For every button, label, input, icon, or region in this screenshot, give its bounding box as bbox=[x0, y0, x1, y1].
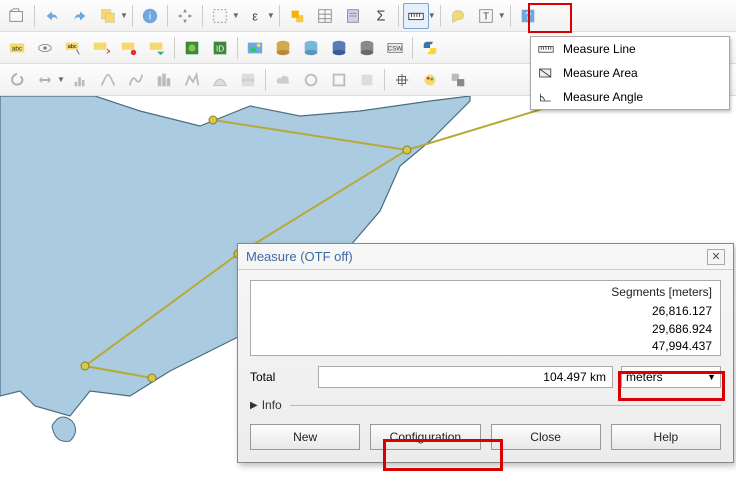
paint-icon[interactable] bbox=[417, 67, 443, 93]
help-button[interactable]: Help bbox=[611, 424, 721, 450]
svg-text:i: i bbox=[149, 11, 151, 22]
svg-text:abc: abc bbox=[68, 44, 77, 50]
db1-icon[interactable] bbox=[270, 35, 296, 61]
total-label: Total bbox=[250, 370, 310, 384]
stack-icon[interactable] bbox=[445, 67, 471, 93]
new-button[interactable]: New bbox=[250, 424, 360, 450]
info-label: Info bbox=[262, 398, 282, 412]
measure-icon[interactable] bbox=[403, 3, 429, 29]
dialog-title-text: Measure (OTF off) bbox=[246, 249, 353, 264]
select-expr-icon[interactable]: ε bbox=[242, 3, 268, 29]
pan-icon[interactable] bbox=[172, 3, 198, 29]
hist4-icon[interactable] bbox=[151, 67, 177, 93]
menu-label: Measure Line bbox=[563, 42, 723, 56]
db4-icon[interactable] bbox=[354, 35, 380, 61]
bookmark-icon[interactable] bbox=[445, 3, 471, 29]
table-icon[interactable] bbox=[312, 3, 338, 29]
swirl-icon[interactable] bbox=[4, 67, 30, 93]
chevron-down-icon[interactable]: ▼ bbox=[267, 11, 275, 20]
divider bbox=[290, 405, 721, 406]
triangle-right-icon: ▶ bbox=[250, 400, 258, 411]
menu-measure-line[interactable]: Measure Line bbox=[531, 37, 729, 61]
hist6-icon[interactable] bbox=[207, 67, 233, 93]
segment-value: 26,816.127 bbox=[259, 303, 712, 320]
image-icon[interactable] bbox=[242, 35, 268, 61]
hist1-icon[interactable] bbox=[67, 67, 93, 93]
menu-label: Measure Area bbox=[563, 66, 723, 80]
db3-icon[interactable] bbox=[326, 35, 352, 61]
label-tag-icon[interactable] bbox=[144, 35, 170, 61]
measure-dropdown-menu: Measure Line Measure Area Measure Angle bbox=[530, 36, 730, 110]
chevron-down-icon[interactable]: ▼ bbox=[57, 75, 65, 84]
label-move-icon[interactable] bbox=[116, 35, 142, 61]
csw-icon[interactable]: CSW bbox=[382, 35, 408, 61]
menu-label: Measure Angle bbox=[563, 90, 723, 104]
segment-value: 47,994.437 bbox=[259, 338, 712, 355]
hist3-icon[interactable] bbox=[123, 67, 149, 93]
angle-icon bbox=[537, 90, 555, 104]
open-icon[interactable] bbox=[4, 3, 30, 29]
info-icon[interactable]: i bbox=[137, 3, 163, 29]
plugin-id-icon[interactable]: ID bbox=[207, 35, 233, 61]
chevron-down-icon[interactable]: ▼ bbox=[498, 11, 506, 20]
measure-dialog: Measure (OTF off) ✕ Segments [meters] 26… bbox=[237, 243, 734, 463]
select-area-icon[interactable] bbox=[207, 3, 233, 29]
chevron-down-icon[interactable]: ▼ bbox=[232, 11, 240, 20]
python-icon[interactable] bbox=[417, 35, 443, 61]
area-icon bbox=[537, 66, 555, 80]
dialog-titlebar[interactable]: Measure (OTF off) ✕ bbox=[238, 244, 733, 270]
svg-text:CSW: CSW bbox=[388, 45, 403, 52]
text-annotation-icon[interactable]: T bbox=[473, 3, 499, 29]
db2-icon[interactable] bbox=[298, 35, 324, 61]
svg-text:ε: ε bbox=[252, 9, 258, 23]
measure-dropdown-icon[interactable]: ▼ bbox=[428, 11, 436, 20]
stats-icon[interactable]: Σ bbox=[368, 3, 394, 29]
undo-icon[interactable] bbox=[39, 3, 65, 29]
segments-header: Segments [meters] bbox=[259, 284, 712, 301]
hist5-icon[interactable] bbox=[179, 67, 205, 93]
identify-icon[interactable] bbox=[284, 3, 310, 29]
close-button[interactable]: Close bbox=[491, 424, 601, 450]
svg-text:ID: ID bbox=[216, 44, 224, 53]
highlight-measure-toolbar bbox=[528, 3, 572, 33]
menu-measure-area[interactable]: Measure Area bbox=[531, 61, 729, 85]
chevron-down-icon[interactable]: ▼ bbox=[120, 11, 128, 20]
segments-list: Segments [meters] 26,816.127 29,686.924 … bbox=[250, 280, 721, 356]
copy-layer-icon[interactable] bbox=[95, 3, 121, 29]
highlight-config bbox=[383, 439, 503, 471]
arrows-icon[interactable] bbox=[32, 67, 58, 93]
close-icon[interactable]: ✕ bbox=[707, 249, 725, 265]
toolbar-1: ▼ i ▼ ε ▼ Σ ▼ T ▼ ? bbox=[0, 0, 736, 32]
svg-text:T: T bbox=[483, 11, 489, 22]
svg-text:abc: abc bbox=[12, 45, 22, 52]
hist7-icon[interactable] bbox=[235, 67, 261, 93]
tool-c-icon[interactable] bbox=[354, 67, 380, 93]
tool-a-icon[interactable] bbox=[298, 67, 324, 93]
highlight-unit bbox=[618, 371, 725, 401]
label-abc-icon[interactable]: abc bbox=[4, 35, 30, 61]
cloud-icon[interactable] bbox=[270, 67, 296, 93]
segment-value: 29,686.924 bbox=[259, 321, 712, 338]
field-calc-icon[interactable] bbox=[340, 3, 366, 29]
tool-b-icon[interactable] bbox=[326, 67, 352, 93]
label-del-icon[interactable]: ✕ bbox=[88, 35, 114, 61]
redo-icon[interactable] bbox=[67, 3, 93, 29]
plugin-green-icon[interactable] bbox=[179, 35, 205, 61]
svg-text:Σ: Σ bbox=[376, 8, 385, 24]
hist2-icon[interactable] bbox=[95, 67, 121, 93]
label-pin-icon[interactable]: abc bbox=[60, 35, 86, 61]
svg-text:✕: ✕ bbox=[106, 46, 111, 56]
label-view-icon[interactable] bbox=[32, 35, 58, 61]
menu-measure-angle[interactable]: Measure Angle bbox=[531, 85, 729, 109]
crosshair-icon[interactable] bbox=[389, 67, 415, 93]
total-input[interactable] bbox=[318, 366, 613, 388]
ruler-icon bbox=[537, 42, 555, 56]
